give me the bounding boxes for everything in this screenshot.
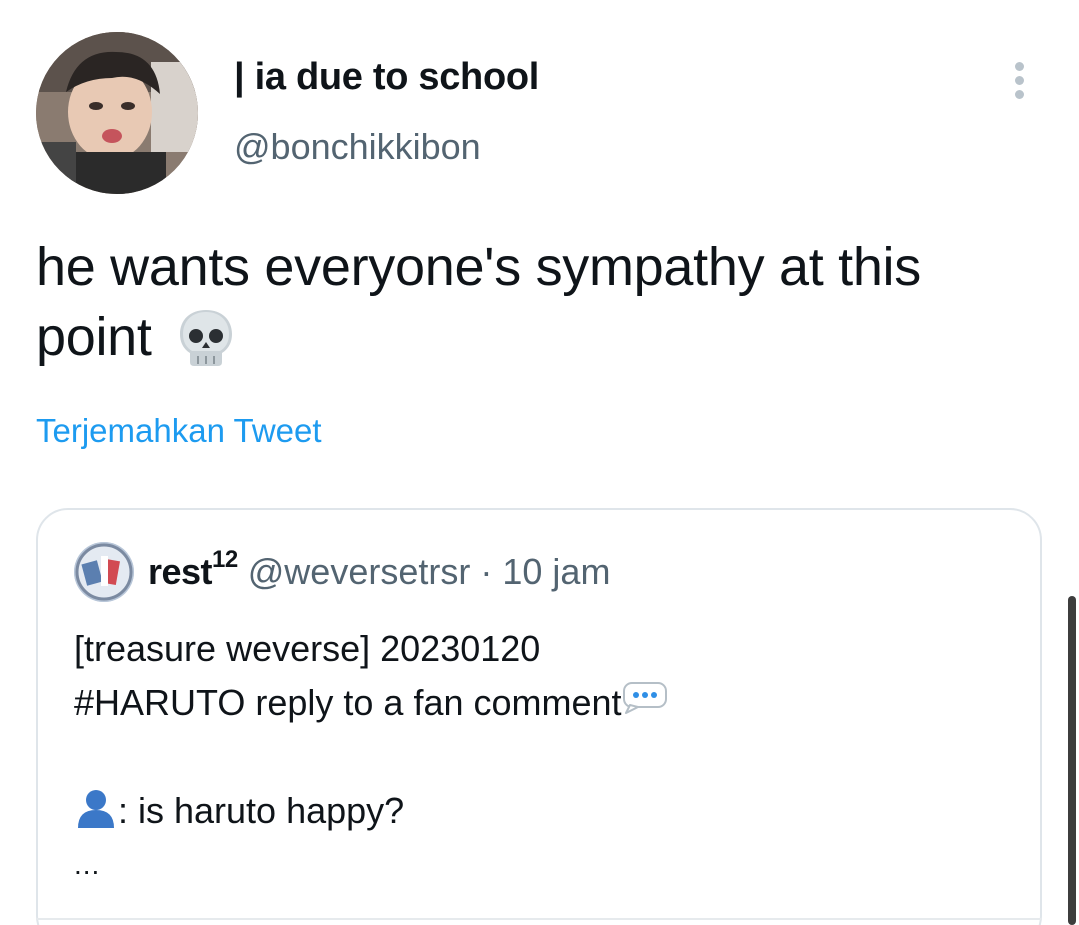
quote-line: : is haruto happy? — [74, 784, 668, 838]
translate-tweet-link[interactable]: Terjemahkan Tweet — [36, 412, 322, 450]
quote-separator: · — [480, 551, 493, 592]
quote-line-ellipsis: ... — [74, 849, 101, 880]
more-options-icon[interactable] — [1004, 58, 1036, 102]
speech-bubble-emoji — [622, 682, 667, 715]
more-dot — [1015, 76, 1024, 85]
quote-author-name-text: rest — [148, 551, 213, 592]
quote-avatar-photo — [74, 542, 134, 602]
more-dot — [1015, 62, 1024, 71]
quote-author-handle[interactable]: @weversetrsr — [248, 551, 471, 592]
more-dot — [1015, 90, 1024, 99]
author-display-name[interactable]: | ia due to school — [234, 56, 539, 99]
quote-line-empty — [74, 730, 668, 784]
quote-author-avatar[interactable] — [74, 542, 134, 602]
quote-line: #HARUTO reply to a fan comment — [74, 676, 668, 730]
scrollbar-thumb[interactable] — [1068, 596, 1076, 925]
quote-body: [treasure weverse] 20230120 #HARUTO repl… — [74, 622, 668, 892]
quote-timestamp[interactable]: 10 jam — [502, 551, 610, 592]
quote-line-text: : is haruto happy? — [118, 790, 405, 831]
quote-author-name-superscript: 12 — [212, 546, 238, 573]
tweet-page: | ia due to school @bonchikkibon he want… — [0, 0, 1079, 925]
quoted-tweet-card[interactable]: rest12 @weversetrsr · 10 jam [treasure w… — [36, 508, 1042, 925]
tweet-text-content: he wants everyone's sympathy at this poi… — [36, 237, 921, 367]
quote-line-text: #HARUTO reply to a fan comment — [74, 682, 622, 723]
tweet-text: he wants everyone's sympathy at this poi… — [36, 232, 1046, 372]
quote-divider — [36, 918, 1042, 920]
quote-line: [treasure weverse] 20230120 — [74, 628, 541, 669]
author-handle[interactable]: @bonchikkibon — [234, 126, 481, 168]
quote-header: rest12 @weversetrsr · 10 jam — [148, 546, 610, 593]
quote-author-name[interactable]: rest12 — [148, 546, 238, 592]
skull-emoji — [180, 309, 233, 366]
author-avatar[interactable] — [36, 32, 198, 194]
avatar-photo — [36, 32, 198, 194]
bust-silhouette-emoji — [78, 790, 114, 829]
